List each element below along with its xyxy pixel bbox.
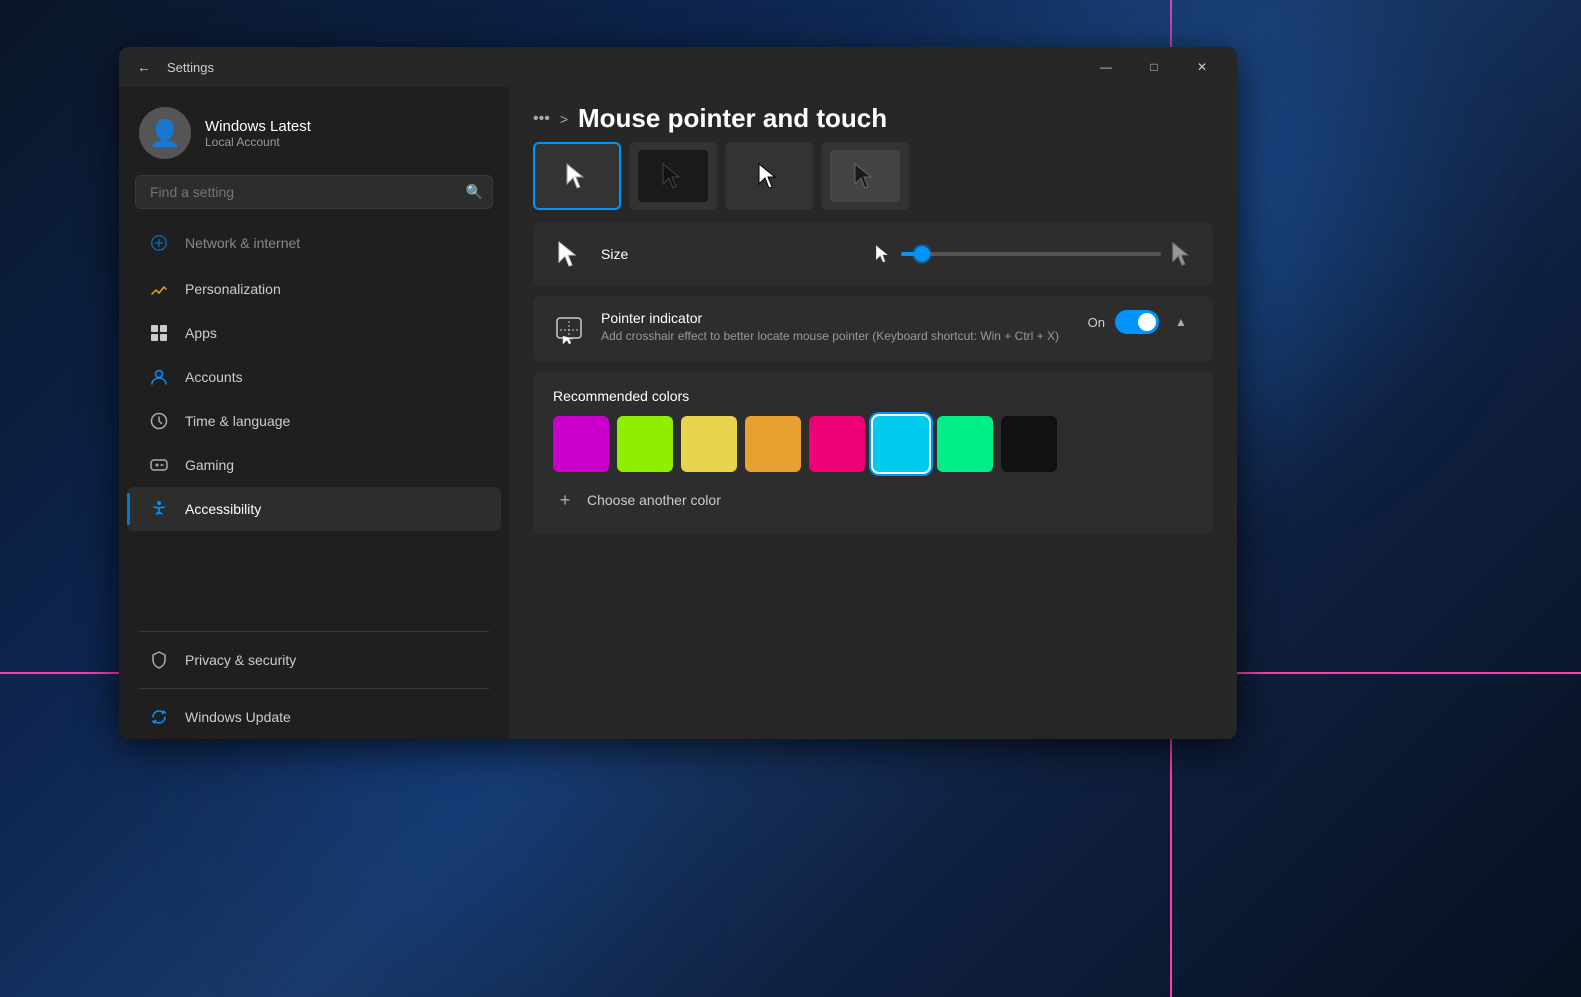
size-section: Size <box>533 222 1213 286</box>
pointer-indicator-description: Add crosshair effect to better locate mo… <box>601 328 1072 345</box>
page-header: ••• > Mouse pointer and touch <box>509 87 1237 142</box>
close-button[interactable]: ✕ <box>1179 51 1225 83</box>
avatar[interactable]: 👤 <box>139 107 191 159</box>
pointer-indicator-title: Pointer indicator <box>601 310 1072 326</box>
breadcrumb-dots[interactable]: ••• <box>533 110 550 128</box>
time-icon <box>147 409 171 433</box>
gaming-icon <box>147 453 171 477</box>
settings-window: ← Settings — □ ✕ 👤 Windows Latest Local … <box>119 47 1237 739</box>
breadcrumb-arrow: > <box>560 111 568 127</box>
update-icon <box>147 705 171 729</box>
search-box: 🔍 <box>135 175 493 209</box>
size-row: Size <box>533 222 1213 286</box>
pointer-styles-row <box>533 142 1213 210</box>
maximize-button[interactable]: □ <box>1131 51 1177 83</box>
pointer-style-black[interactable] <box>629 142 717 210</box>
accessibility-icon <box>147 497 171 521</box>
pointer-style-inverted[interactable] <box>725 142 813 210</box>
user-name: Windows Latest <box>205 118 489 135</box>
user-section: 👤 Windows Latest Local Account <box>119 87 509 175</box>
sidebar-item-privacy-label: Privacy & security <box>185 652 296 668</box>
pointer-indicator-expand[interactable]: ▲ <box>1169 310 1193 334</box>
pointer-style-white[interactable] <box>533 142 621 210</box>
avatar-icon: 👤 <box>149 118 181 149</box>
size-slider-container <box>875 241 1193 267</box>
color-swatch-orange[interactable] <box>745 416 801 472</box>
sidebar-item-gaming[interactable]: Gaming <box>127 443 501 487</box>
page-title: Mouse pointer and touch <box>578 103 887 134</box>
user-account-type: Local Account <box>205 135 489 149</box>
main-content: ••• > Mouse pointer and touch <box>509 87 1237 739</box>
size-label: Size <box>601 246 859 262</box>
sidebar-item-personalization[interactable]: Personalization <box>127 267 501 311</box>
sidebar-item-gaming-label: Gaming <box>185 457 234 473</box>
pointer-indicator-row: Pointer indicator Add crosshair effect t… <box>533 296 1213 362</box>
color-swatch-lime[interactable] <box>617 416 673 472</box>
plus-icon: + <box>553 488 577 512</box>
sidebar-item-network-label: Network & internet <box>185 235 300 251</box>
back-button[interactable]: ← <box>131 55 157 79</box>
sidebar-item-time[interactable]: Time & language <box>127 399 501 443</box>
sidebar-item-apps-label: Apps <box>185 325 217 341</box>
sidebar-item-update-label: Windows Update <box>185 709 291 725</box>
pointer-indicator-status: On <box>1088 315 1105 330</box>
pointer-indicator-toggle[interactable] <box>1115 310 1159 334</box>
pointer-indicator-controls: On ▲ <box>1088 310 1193 334</box>
privacy-icon <box>147 648 171 672</box>
personalization-icon <box>147 277 171 301</box>
pointer-indicator-section: Pointer indicator Add crosshair effect t… <box>533 296 1213 362</box>
window-controls: — □ ✕ <box>1083 51 1225 83</box>
sidebar: 👤 Windows Latest Local Account 🔍 Network… <box>119 87 509 739</box>
color-swatches <box>553 416 1193 472</box>
color-swatch-cyan[interactable] <box>873 416 929 472</box>
recommended-colors-title: Recommended colors <box>553 388 1193 404</box>
color-swatch-black[interactable] <box>1001 416 1057 472</box>
sidebar-item-accounts[interactable]: Accounts <box>127 355 501 399</box>
choose-color-label: Choose another color <box>587 492 721 508</box>
pointer-indicator-text: Pointer indicator Add crosshair effect t… <box>601 310 1072 345</box>
sidebar-item-personalization-label: Personalization <box>185 281 281 297</box>
content-area: Size <box>509 142 1237 739</box>
search-input[interactable] <box>135 175 493 209</box>
accounts-icon <box>147 365 171 389</box>
sidebar-item-network[interactable]: Network & internet <box>127 221 501 265</box>
color-swatch-yellow[interactable] <box>681 416 737 472</box>
color-swatch-green[interactable] <box>937 416 993 472</box>
sidebar-item-privacy[interactable]: Privacy & security <box>127 638 501 682</box>
choose-color-button[interactable]: + Choose another color <box>553 482 1193 518</box>
color-swatch-purple[interactable] <box>553 416 609 472</box>
sidebar-item-accessibility[interactable]: Accessibility <box>127 487 501 531</box>
sidebar-item-apps[interactable]: Apps <box>127 311 501 355</box>
pointer-style-custom[interactable] <box>821 142 909 210</box>
size-slider[interactable] <box>901 252 1161 256</box>
recommended-colors-section: Recommended colors + Choose another col <box>533 372 1213 534</box>
sidebar-item-accessibility-label: Accessibility <box>185 501 261 517</box>
window-title-label: Settings <box>167 60 214 75</box>
toggle-knob <box>1138 313 1156 331</box>
color-swatch-pink[interactable] <box>809 416 865 472</box>
pointer-indicator-icon <box>553 314 585 346</box>
network-icon <box>147 231 171 255</box>
sidebar-item-update[interactable]: Windows Update <box>127 695 501 739</box>
size-slider-thumb[interactable] <box>914 246 930 262</box>
sidebar-item-time-label: Time & language <box>185 413 290 429</box>
minimize-button[interactable]: — <box>1083 51 1129 83</box>
search-icon[interactable]: 🔍 <box>466 184 483 201</box>
window-body: 👤 Windows Latest Local Account 🔍 Network… <box>119 87 1237 739</box>
cursor-size-icon <box>553 238 585 270</box>
user-info: Windows Latest Local Account <box>205 118 489 149</box>
apps-icon <box>147 321 171 345</box>
sidebar-item-accounts-label: Accounts <box>185 369 243 385</box>
title-bar: ← Settings — □ ✕ <box>119 47 1237 87</box>
